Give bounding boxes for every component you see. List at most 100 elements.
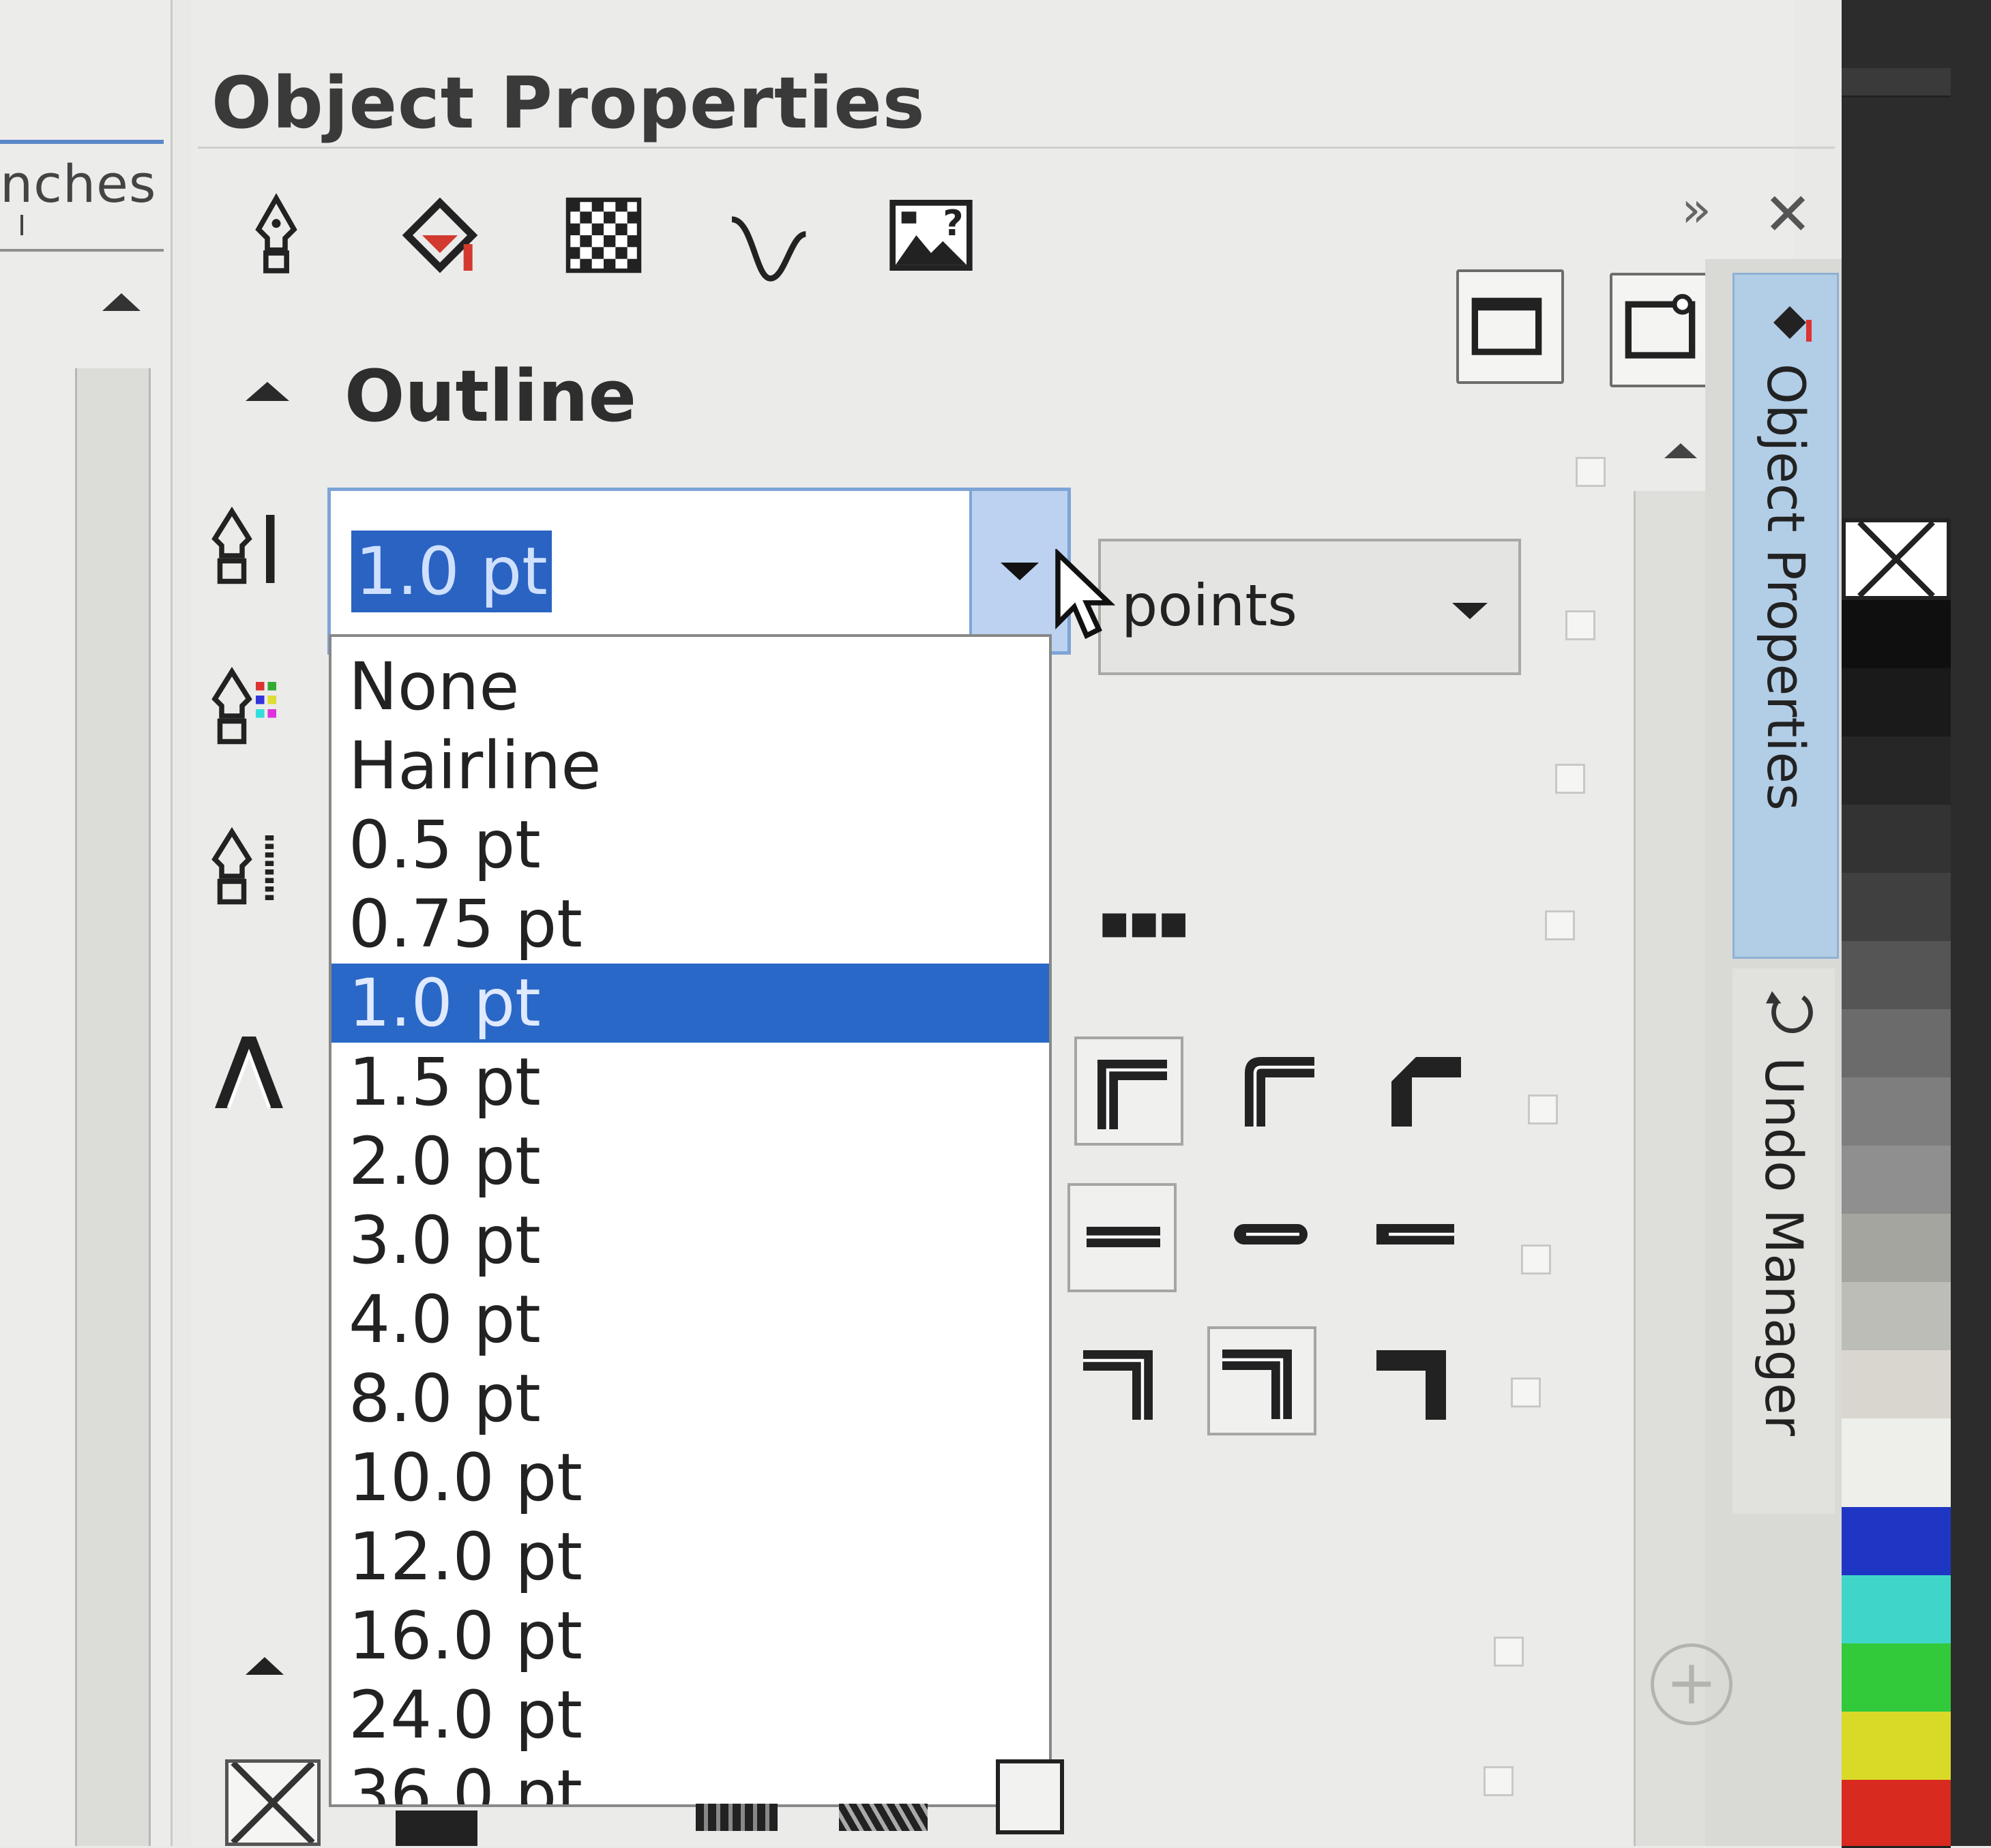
corner-round-icon	[1245, 1057, 1314, 1127]
position-inside-button[interactable]	[1364, 1330, 1473, 1439]
fill-type-postscript-icon[interactable]	[996, 1759, 1064, 1834]
width-option-1-5[interactable]: 1.5 pt	[331, 1043, 1049, 1122]
palette-swatch[interactable]	[1842, 1643, 1951, 1714]
outline-color-pen-icon	[208, 665, 283, 760]
fill-type-pattern-icon[interactable]	[696, 1804, 778, 1831]
width-option-16-0[interactable]: 16.0 pt	[331, 1596, 1049, 1675]
position-outside-icon	[1083, 1350, 1153, 1420]
tab-outline[interactable]	[225, 184, 327, 286]
palette-swatch[interactable]	[1842, 1780, 1951, 1848]
palette-swatch[interactable]	[1842, 1282, 1951, 1352]
ruler-units-label: nches	[0, 153, 157, 214]
palette-swatch[interactable]	[1842, 668, 1951, 739]
width-option-none[interactable]: None	[331, 647, 1049, 726]
palette-swatch[interactable]	[1842, 1350, 1951, 1420]
no-color-swatch[interactable]	[1842, 518, 1951, 600]
width-option-36-0[interactable]: 36.0 pt	[331, 1755, 1049, 1804]
cap-round-button[interactable]	[1218, 1183, 1327, 1292]
fill-type-uniform-icon[interactable]	[396, 1810, 477, 1846]
new-window-icon	[1625, 294, 1696, 359]
mouse-cursor-icon	[1055, 549, 1115, 640]
width-option-hairline[interactable]: Hairline	[331, 726, 1049, 805]
width-option-0-5[interactable]: 0.5 pt	[331, 805, 1049, 884]
corner-round-button[interactable]	[1224, 1037, 1333, 1146]
color-palette	[1842, 0, 1991, 1848]
palette-swatch[interactable]	[1842, 736, 1951, 807]
side-checkbox[interactable]	[1555, 764, 1585, 794]
width-option-0-75[interactable]: 0.75 pt	[331, 884, 1049, 964]
palette-swatch[interactable]	[1842, 1146, 1951, 1216]
palette-swatch[interactable]	[1842, 1507, 1951, 1577]
object-properties-tab-label: Object Properties	[1756, 363, 1816, 811]
new-window-button[interactable]	[1610, 273, 1717, 387]
side-checkbox[interactable]	[1521, 1245, 1551, 1275]
expand-icon[interactable]: »	[1681, 181, 1711, 238]
width-option-8-0[interactable]: 8.0 pt	[331, 1359, 1049, 1438]
corner-miter-button[interactable]	[1074, 1037, 1183, 1146]
position-center-button[interactable]	[1207, 1326, 1316, 1435]
side-checkbox[interactable]	[1576, 457, 1606, 487]
palette-swatch[interactable]	[1842, 1214, 1951, 1284]
width-option-4-0[interactable]: 4.0 pt	[331, 1280, 1049, 1359]
position-outside-button[interactable]	[1071, 1330, 1180, 1439]
width-option-10-0[interactable]: 10.0 pt	[331, 1438, 1049, 1517]
width-option-12-0[interactable]: 12.0 pt	[331, 1517, 1049, 1596]
palette-swatch[interactable]	[1842, 1009, 1951, 1079]
tab-fill[interactable]	[389, 184, 491, 286]
palette-swatch[interactable]	[1842, 1575, 1951, 1645]
tab-curve[interactable]	[716, 198, 818, 300]
palette-scroll-up-icon[interactable]	[1842, 68, 1951, 98]
cap-square-button[interactable]	[1364, 1183, 1473, 1292]
palette-swatch[interactable]	[1842, 941, 1951, 1011]
side-checkbox[interactable]	[1484, 1766, 1514, 1796]
width-dropdown-arrow-icon[interactable]	[969, 491, 1067, 651]
position-inside-icon	[1376, 1350, 1446, 1420]
panel-scrollbar[interactable]	[1634, 491, 1713, 1846]
object-properties-tab-icon	[1773, 306, 1812, 342]
width-option-3-0[interactable]: 3.0 pt	[331, 1201, 1049, 1280]
collapse-outline-icon[interactable]	[246, 382, 289, 401]
left-scrollbar[interactable]	[75, 368, 151, 1846]
palette-swatch[interactable]	[1842, 805, 1951, 875]
side-checkbox[interactable]	[1565, 610, 1595, 640]
docker-tab-undo-manager[interactable]: Undo Manager	[1732, 968, 1835, 1514]
width-option-2-0[interactable]: 2.0 pt	[331, 1122, 1049, 1201]
side-checkbox[interactable]	[1545, 910, 1575, 940]
width-option-24-0[interactable]: 24.0 pt	[331, 1675, 1049, 1755]
collapse-fill-icon[interactable]	[246, 1657, 284, 1675]
docker-tab-object-properties[interactable]: Object Properties	[1732, 273, 1839, 959]
tab-transparency[interactable]	[552, 184, 655, 286]
image-summary-icon: ?	[889, 200, 973, 271]
palette-swatch[interactable]	[1842, 1418, 1951, 1509]
outline-width-combobox[interactable]: 1.0 pt	[327, 488, 1071, 655]
cap-butt-button[interactable]	[1067, 1183, 1177, 1292]
palette-swatch[interactable]	[1842, 600, 1951, 670]
fill-icon	[402, 197, 478, 273]
units-combobox[interactable]: points	[1098, 539, 1521, 675]
side-checkbox[interactable]	[1494, 1637, 1524, 1667]
dock-window-button[interactable]	[1456, 269, 1564, 384]
palette-swatch[interactable]	[1842, 873, 1951, 943]
palette-swatch[interactable]	[1842, 1712, 1951, 1782]
outline-width-dropdown-list[interactable]: None Hairline 0.5 pt 0.75 pt 1.0 pt 1.5 …	[329, 634, 1052, 1807]
palette-swatch[interactable]	[1842, 1077, 1951, 1148]
units-dropdown-arrow-icon[interactable]	[1452, 603, 1488, 619]
tab-summary[interactable]: ?	[880, 184, 982, 286]
outline-width-value[interactable]: 1.0 pt	[351, 531, 552, 612]
corner-bevel-button[interactable]	[1371, 1037, 1480, 1146]
outline-pen-icon	[255, 193, 297, 273]
no-fill-icon[interactable]	[225, 1759, 321, 1846]
left-scroll-up-icon[interactable]	[102, 293, 141, 311]
add-docker-button[interactable]: +	[1651, 1643, 1732, 1725]
undo-manager-tab-label: Undo Manager	[1754, 1057, 1814, 1436]
panel-scroll-up-icon[interactable]	[1664, 443, 1697, 458]
width-option-1-0-selected[interactable]: 1.0 pt	[331, 964, 1049, 1043]
ruler-tick	[20, 215, 23, 235]
outline-section-title: Outline	[344, 355, 637, 438]
cap-round-icon	[1234, 1224, 1308, 1245]
line-style-button[interactable]: ▪▪▪	[1098, 893, 1190, 949]
fill-type-texture-icon[interactable]	[839, 1804, 928, 1831]
close-icon[interactable]: ✕	[1763, 181, 1812, 249]
side-checkbox[interactable]	[1511, 1377, 1541, 1407]
side-checkbox[interactable]	[1528, 1094, 1558, 1124]
